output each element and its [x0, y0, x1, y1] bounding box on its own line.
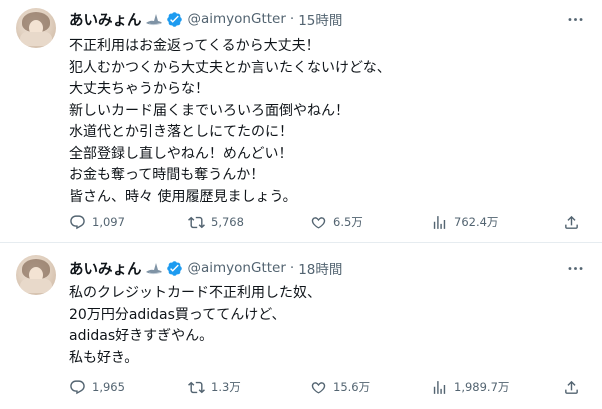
- separator-dot: ·: [289, 11, 295, 27]
- tweet-text-line: 皆さん、時々 使用履歴見ましょう。: [69, 188, 297, 205]
- reply-count: 1,097: [92, 215, 125, 229]
- action-bar: 1,097 5,768 6.5万 762.4万: [69, 211, 589, 233]
- reply-icon: [70, 379, 85, 394]
- retweet-icon: [188, 381, 205, 393]
- tweet-text: 不正利用はお金返ってくるから大丈夫！ 犯人むかつくから大丈夫とか言いたくないけど…: [69, 36, 584, 208]
- display-name[interactable]: あいみょん: [69, 258, 142, 279]
- share-button[interactable]: [563, 211, 580, 233]
- tweet-text-line: 新しいカード届くまでいろいろ面倒やねん！: [69, 102, 349, 119]
- separator-dot: ·: [289, 260, 295, 276]
- like-icon: [311, 216, 326, 229]
- tweet-header: あいみょん @aimyonGtter · 15時間: [69, 9, 342, 29]
- user-handle[interactable]: @aimyonGtter: [188, 260, 286, 276]
- more-icon[interactable]: [564, 8, 586, 30]
- tweet-text-line: お金も奪って時間も奪うんか！: [69, 167, 265, 183]
- timestamp[interactable]: 18時間: [298, 258, 342, 278]
- verified-badge-icon[interactable]: [166, 11, 183, 28]
- tweet-text-line: 水道代とか引き落としにてたのに！: [69, 124, 293, 140]
- avatar[interactable]: [16, 255, 56, 295]
- tweet[interactable]: あいみょん @aimyonGtter · 15時間 不正利用はお金返ってくるから…: [0, 0, 602, 242]
- tweet-text-line: 大丈夫ちゃうからな！: [69, 81, 209, 97]
- tweet-text-line: 私も好き。: [69, 349, 139, 366]
- tweet-text-line: 20万円分adidas買っててんけど、: [69, 306, 286, 323]
- tweet-text-line: 不正利用はお金返ってくるから大丈夫！: [69, 38, 320, 54]
- like-count: 15.6万: [333, 380, 371, 394]
- shark-emoji-icon: [145, 11, 163, 27]
- like-button[interactable]: 15.6万: [310, 376, 370, 398]
- views-button[interactable]: 762.4万: [431, 211, 498, 233]
- tweet-text-line: 犯人むかつくから大丈夫とか言いたくないけどな、: [69, 59, 391, 76]
- view-count: 1,989.7万: [454, 380, 510, 394]
- like-count: 6.5万: [333, 215, 363, 229]
- tweet-text: 私のクレジットカード不正利用した奴、 20万円分adidas買っててんけど、 a…: [69, 283, 584, 369]
- tweet-text-line: 全部登録し直しやねん！めんどい！: [69, 145, 293, 162]
- like-button[interactable]: 6.5万: [310, 211, 363, 233]
- retweet-count: 5,768: [211, 215, 244, 229]
- timestamp[interactable]: 15時間: [298, 9, 342, 29]
- verified-badge-icon[interactable]: [166, 260, 183, 277]
- avatar[interactable]: [16, 8, 56, 48]
- retweet-count: 1.3万: [211, 380, 241, 394]
- share-button[interactable]: [563, 376, 580, 398]
- views-icon: [433, 380, 446, 394]
- shark-emoji-icon: [145, 260, 163, 276]
- more-icon[interactable]: [564, 257, 586, 279]
- reply-count: 1,965: [92, 380, 125, 394]
- action-bar: 1,965 1.3万 15.6万 1,989.7万: [69, 376, 589, 398]
- views-icon: [433, 215, 446, 229]
- view-count: 762.4万: [454, 215, 499, 229]
- reply-button[interactable]: 1,097: [69, 211, 125, 233]
- retweet-icon: [188, 216, 205, 228]
- user-handle[interactable]: @aimyonGtter: [188, 11, 286, 27]
- tweet-text-line: 私のクレジットカード不正利用した奴、: [69, 285, 321, 301]
- reply-icon: [70, 214, 85, 229]
- like-icon: [311, 381, 326, 394]
- display-name[interactable]: あいみょん: [69, 9, 142, 30]
- views-button[interactable]: 1,989.7万: [431, 376, 509, 398]
- share-icon: [565, 380, 578, 394]
- retweet-button[interactable]: 5,768: [188, 211, 244, 233]
- reply-button[interactable]: 1,965: [69, 376, 125, 398]
- tweet-text-line: adidas好きすぎやん。: [69, 328, 214, 344]
- tweet[interactable]: あいみょん @aimyonGtter · 18時間 私のクレジットカード不正利用…: [0, 242, 602, 409]
- share-icon: [565, 215, 578, 229]
- retweet-button[interactable]: 1.3万: [188, 376, 241, 398]
- tweet-header: あいみょん @aimyonGtter · 18時間: [69, 258, 342, 278]
